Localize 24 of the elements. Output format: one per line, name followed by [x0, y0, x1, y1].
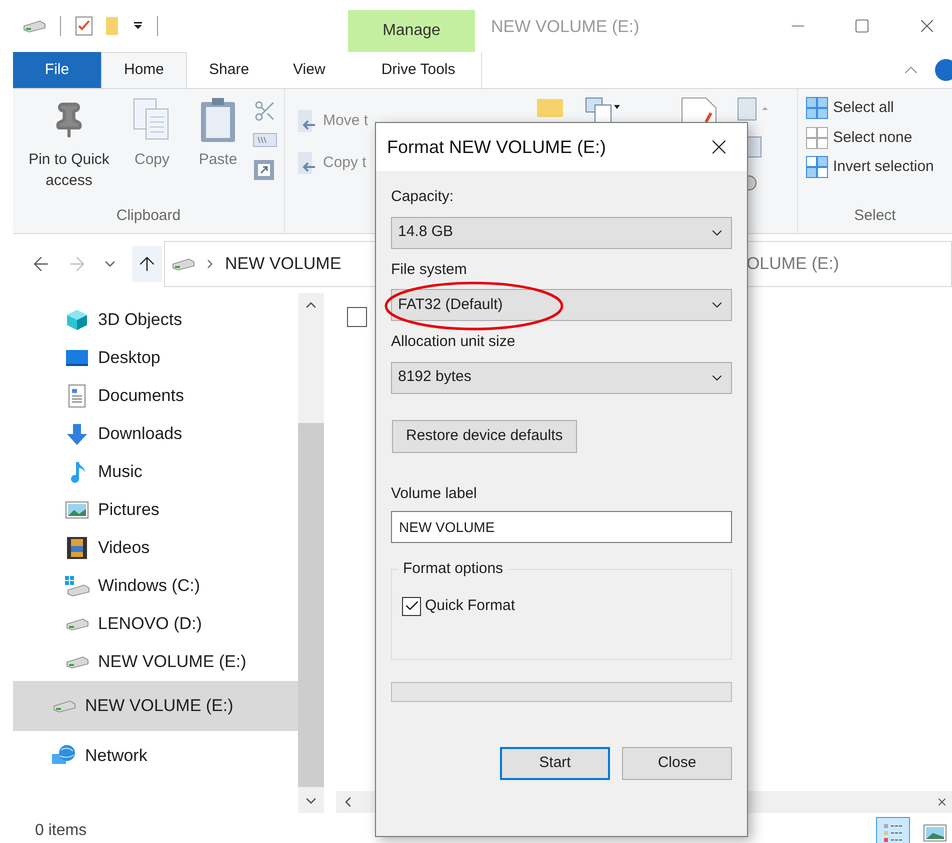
sidebar-label: Documents: [98, 385, 184, 408]
dialog-title: Format NEW VOLUME (E:): [387, 136, 606, 159]
sidebar-label: Music: [98, 461, 142, 484]
field-label: Allocation unit size: [391, 332, 516, 352]
field-label: Volume label: [391, 484, 478, 504]
context-group-label: Manage: [382, 21, 440, 41]
sidebar-label: Desktop: [98, 347, 160, 370]
sidebar-label: Downloads: [98, 423, 182, 446]
sidebar-label: NEW VOLUME (E:): [85, 695, 234, 718]
item-count: 0 items: [34, 821, 87, 841]
field-label: File system: [391, 260, 468, 280]
group-label: Select: [854, 206, 897, 226]
sidebar-label: LENOVO (D:): [98, 613, 202, 636]
sidebar-label: Pictures: [98, 499, 160, 522]
group-label: Clipboard: [116, 206, 181, 226]
address-text: NEW VOLUME: [225, 252, 342, 275]
search-placeholder: OLUME (E:): [746, 252, 839, 275]
field-label: Capacity:: [391, 187, 455, 207]
sidebar-label: NEW VOLUME (E:): [98, 651, 246, 674]
window-title: NEW VOLUME (E:): [491, 16, 640, 38]
sidebar-label: Windows (C:): [98, 575, 200, 598]
sidebar-label: 3D Objects: [98, 309, 182, 332]
sidebar-label: Videos: [98, 537, 150, 560]
sidebar-label: Network: [85, 745, 148, 768]
